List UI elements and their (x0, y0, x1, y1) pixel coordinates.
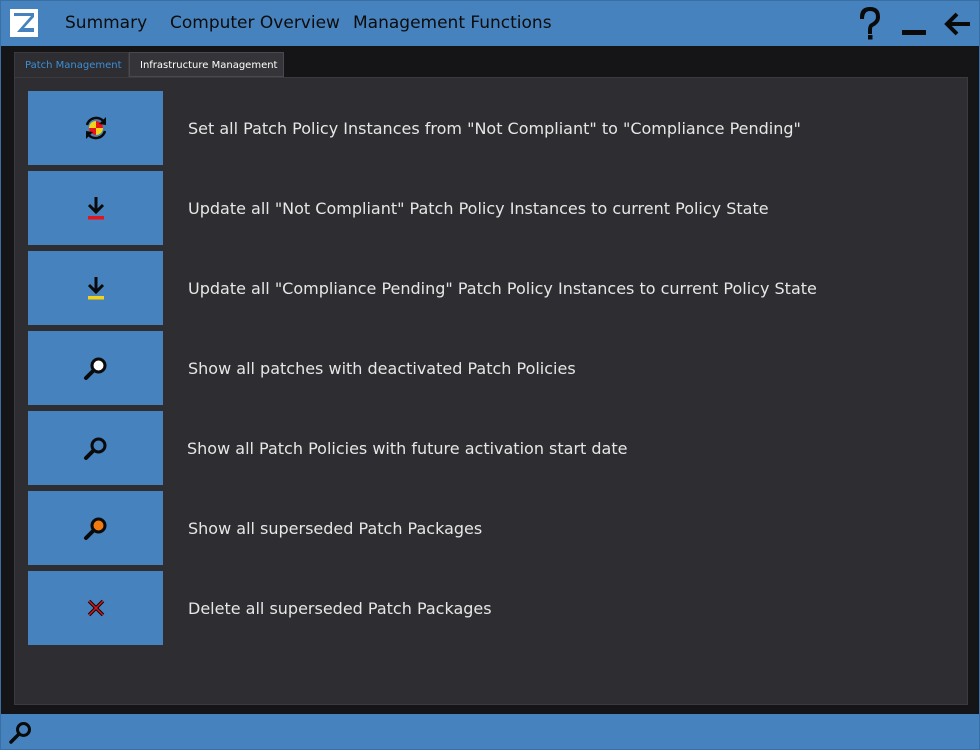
action-label: Show all patches with deactivated Patch … (188, 359, 576, 378)
app-window: Summary Computer Overview Management Fun… (0, 0, 980, 750)
search-blue-icon (83, 437, 106, 460)
show-superseded-packages-button[interactable] (28, 491, 163, 565)
action-label: Show all superseded Patch Packages (188, 519, 483, 538)
show-deactivated-policies-button[interactable] (28, 331, 163, 405)
menu-computer-overview[interactable]: Computer Overview (170, 13, 340, 33)
title-bar: Summary Computer Overview Management Fun… (1, 1, 979, 46)
search-icon[interactable] (9, 720, 33, 744)
status-bar (1, 714, 979, 749)
action-label: Set all Patch Policy Instances from "Not… (188, 119, 801, 138)
search-orange-icon (83, 517, 106, 540)
tab-patch-management[interactable]: Patch Management (14, 52, 129, 77)
patch-management-panel: Set all Patch Policy Instances from "Not… (14, 77, 968, 705)
action-row-show-future-activation: Show all Patch Policies with future acti… (28, 411, 948, 485)
search-white-icon (83, 357, 106, 380)
set-compliance-pending-button[interactable] (28, 91, 163, 165)
download-red-icon (87, 197, 104, 220)
update-not-compliant-button[interactable] (28, 171, 163, 245)
menu-summary[interactable]: Summary (65, 13, 147, 33)
update-compliance-pending-button[interactable] (28, 251, 163, 325)
action-label: Update all "Compliance Pending" Patch Po… (188, 279, 817, 298)
tab-infrastructure-management[interactable]: Infrastructure Management (129, 52, 284, 77)
help-icon[interactable] (858, 7, 882, 41)
action-label: Update all "Not Compliant" Patch Policy … (188, 199, 769, 218)
action-row-show-superseded: Show all superseded Patch Packages (28, 491, 948, 565)
minimize-icon[interactable] (901, 11, 927, 37)
download-yellow-icon (87, 277, 104, 300)
show-future-activation-button[interactable] (28, 411, 163, 485)
action-row-update-compliance-pending: Update all "Compliance Pending" Patch Po… (28, 251, 948, 325)
delete-superseded-packages-button[interactable] (28, 571, 163, 645)
action-row-set-compliance-pending: Set all Patch Policy Instances from "Not… (28, 91, 948, 165)
action-row-update-not-compliant: Update all "Not Compliant" Patch Policy … (28, 171, 948, 245)
action-row-delete-superseded: Delete all superseded Patch Packages (28, 571, 948, 645)
app-logo-icon[interactable] (9, 8, 39, 38)
menu-management-functions[interactable]: Management Functions (353, 13, 552, 33)
action-label: Show all Patch Policies with future acti… (187, 439, 628, 458)
back-arrow-icon[interactable] (943, 9, 973, 39)
refresh-cycle-icon (85, 116, 106, 140)
action-row-show-deactivated: Show all patches with deactivated Patch … (28, 331, 948, 405)
delete-x-icon (87, 599, 104, 617)
action-label: Delete all superseded Patch Packages (188, 599, 492, 618)
